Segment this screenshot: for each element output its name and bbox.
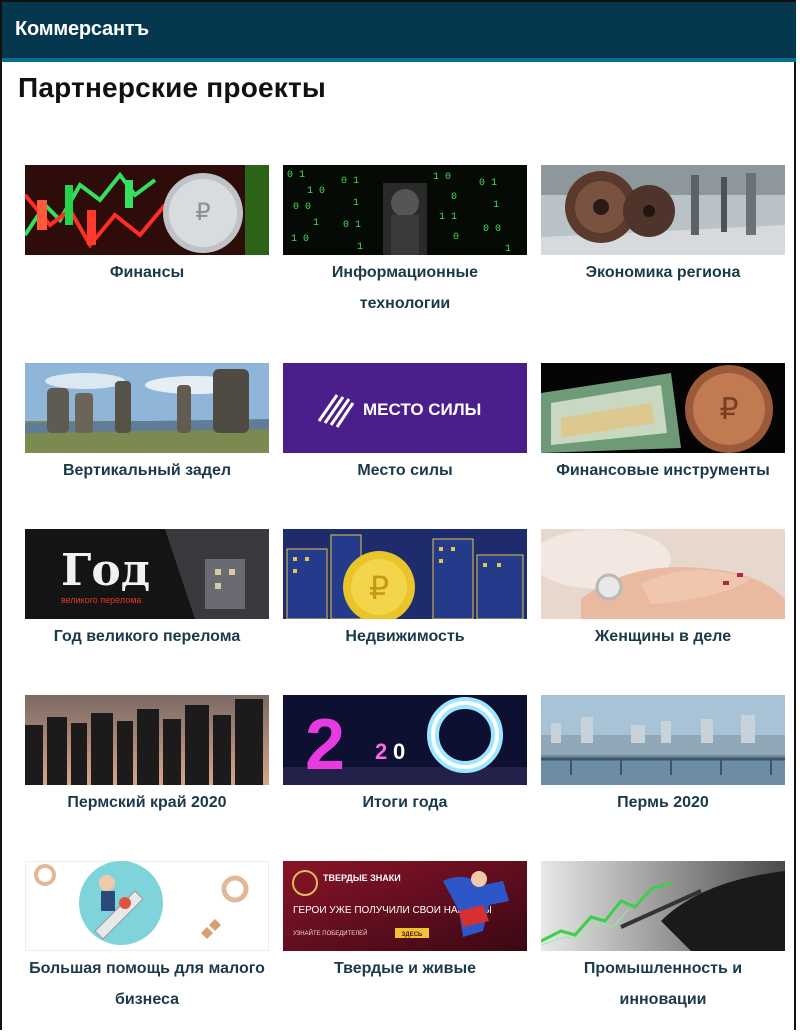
svg-text:1 0: 1 0 bbox=[307, 186, 325, 197]
project-card-it[interactable]: 0 11 00 011 0 0 110 11 1 001 10 0 110 01… bbox=[283, 165, 527, 319]
project-card-place-of-power[interactable]: МЕСТО СИЛЫ Место силы bbox=[283, 363, 527, 486]
project-label[interactable]: Итоги года bbox=[283, 787, 527, 818]
project-label[interactable]: Твердые и живые bbox=[283, 953, 527, 984]
project-card-year-of-change[interactable]: Год великого перелома Год великого перел… bbox=[25, 529, 269, 652]
svg-text:0 1: 0 1 bbox=[287, 170, 305, 181]
year-image-subtitle: великого перелома bbox=[61, 595, 141, 605]
project-card-financial-instruments[interactable]: ₽ Финансовые инструменты bbox=[541, 363, 785, 486]
project-label[interactable]: Информационные технологии bbox=[283, 257, 527, 319]
svg-text:0 1: 0 1 bbox=[479, 178, 497, 189]
project-card-perm-region-2020[interactable]: Пермский край 2020 bbox=[25, 695, 269, 818]
vertical-image[interactable] bbox=[25, 363, 269, 453]
svg-text:0: 0 bbox=[393, 739, 405, 764]
project-label[interactable]: Недвижимость bbox=[283, 621, 527, 652]
svg-text:2: 2 bbox=[305, 705, 345, 785]
svg-text:₽: ₽ bbox=[369, 570, 389, 606]
project-card-women-in-business[interactable]: Женщины в деле bbox=[541, 529, 785, 652]
regional-economy-image[interactable] bbox=[541, 165, 785, 255]
project-label[interactable]: Женщины в деле bbox=[541, 621, 785, 652]
finance-image[interactable]: ₽ bbox=[25, 165, 269, 255]
hard-and-alive-cta: ЗДЕСЬ bbox=[402, 932, 423, 938]
svg-text:1: 1 bbox=[493, 200, 499, 211]
women-in-business-image[interactable] bbox=[541, 529, 785, 619]
project-card-perm-2020[interactable]: Пермь 2020 bbox=[541, 695, 785, 818]
year-image-title: Год bbox=[61, 545, 150, 596]
project-card-vertical[interactable]: Вертикальный задел bbox=[25, 363, 269, 486]
site-logo[interactable]: Коммерсантъ bbox=[15, 18, 149, 41]
project-label[interactable]: Вертикальный задел bbox=[25, 455, 269, 486]
svg-text:₽: ₽ bbox=[719, 393, 738, 426]
project-label[interactable]: Экономика региона bbox=[541, 257, 785, 288]
industry-innovation-image[interactable] bbox=[541, 861, 785, 951]
project-card-hard-and-alive[interactable]: ТВЕРДЫЕ ЗНАКИ ГЕРОИ УЖЕ ПОЛУЧИЛИ СВОИ НА… bbox=[283, 861, 527, 984]
svg-text:0 0: 0 0 bbox=[483, 224, 501, 235]
svg-text:0: 0 bbox=[451, 192, 457, 203]
project-card-small-business-help[interactable]: Большая помощь для малого бизнеса bbox=[25, 861, 269, 1015]
svg-text:1 0: 1 0 bbox=[291, 234, 309, 245]
project-label[interactable]: Год великого перелома bbox=[25, 621, 269, 652]
svg-text:1: 1 bbox=[357, 242, 363, 253]
svg-text:₽: ₽ bbox=[195, 200, 210, 226]
project-label[interactable]: Большая помощь для малого бизнеса bbox=[25, 953, 269, 1015]
svg-text:2: 2 bbox=[375, 739, 387, 764]
real-estate-image[interactable]: ₽ bbox=[283, 529, 527, 619]
small-business-help-image[interactable] bbox=[25, 861, 269, 951]
place-of-power-image[interactable]: МЕСТО СИЛЫ bbox=[283, 363, 527, 453]
svg-text:1 1: 1 1 bbox=[439, 212, 457, 223]
hard-and-alive-subtext: УЗНАЙТЕ ПОБЕДИТЕЛЕЙ bbox=[293, 929, 368, 937]
svg-text:0 0: 0 0 bbox=[293, 202, 311, 213]
project-card-regional-economy[interactable]: Экономика региона bbox=[541, 165, 785, 288]
svg-text:0 1: 0 1 bbox=[341, 176, 359, 187]
hard-and-alive-image[interactable]: ТВЕРДЫЕ ЗНАКИ ГЕРОИ УЖЕ ПОЛУЧИЛИ СВОИ НА… bbox=[283, 861, 527, 951]
svg-text:1: 1 bbox=[313, 218, 319, 229]
project-label[interactable]: Финансовые инструменты bbox=[541, 455, 785, 486]
project-card-real-estate[interactable]: ₽ Недвижимость bbox=[283, 529, 527, 652]
project-label[interactable]: Место силы bbox=[283, 455, 527, 486]
year-of-change-image[interactable]: Год великого перелома bbox=[25, 529, 269, 619]
perm-2020-image[interactable] bbox=[541, 695, 785, 785]
place-of-power-logo-text: МЕСТО СИЛЫ bbox=[363, 400, 481, 419]
project-label[interactable]: Пермь 2020 bbox=[541, 787, 785, 818]
year-results-image[interactable]: 2 2 0 bbox=[283, 695, 527, 785]
project-card-year-results[interactable]: 2 2 0 Итоги года bbox=[283, 695, 527, 818]
svg-text:0 1: 0 1 bbox=[343, 220, 361, 231]
svg-text:1: 1 bbox=[505, 244, 511, 255]
site-header: Коммерсантъ bbox=[2, 2, 796, 62]
financial-instruments-image[interactable]: ₽ bbox=[541, 363, 785, 453]
project-card-finance[interactable]: ₽ Финансы bbox=[25, 165, 269, 288]
project-label[interactable]: Пермский край 2020 bbox=[25, 787, 269, 818]
svg-text:1: 1 bbox=[353, 198, 359, 209]
svg-text:0: 0 bbox=[453, 232, 459, 243]
hard-and-alive-brand: ТВЕРДЫЕ ЗНАКИ bbox=[323, 873, 401, 883]
project-label[interactable]: Промышленность и инновации bbox=[541, 953, 785, 1015]
page-title: Партнерские проекты bbox=[18, 72, 327, 103]
svg-text:1 0: 1 0 bbox=[433, 172, 451, 183]
project-label[interactable]: Финансы bbox=[25, 257, 269, 288]
it-image[interactable]: 0 11 00 011 0 0 110 11 1 001 10 0 110 01 bbox=[283, 165, 527, 255]
perm-region-2020-image[interactable] bbox=[25, 695, 269, 785]
project-card-industry-innovation[interactable]: Промышленность и инновации bbox=[541, 861, 785, 1015]
